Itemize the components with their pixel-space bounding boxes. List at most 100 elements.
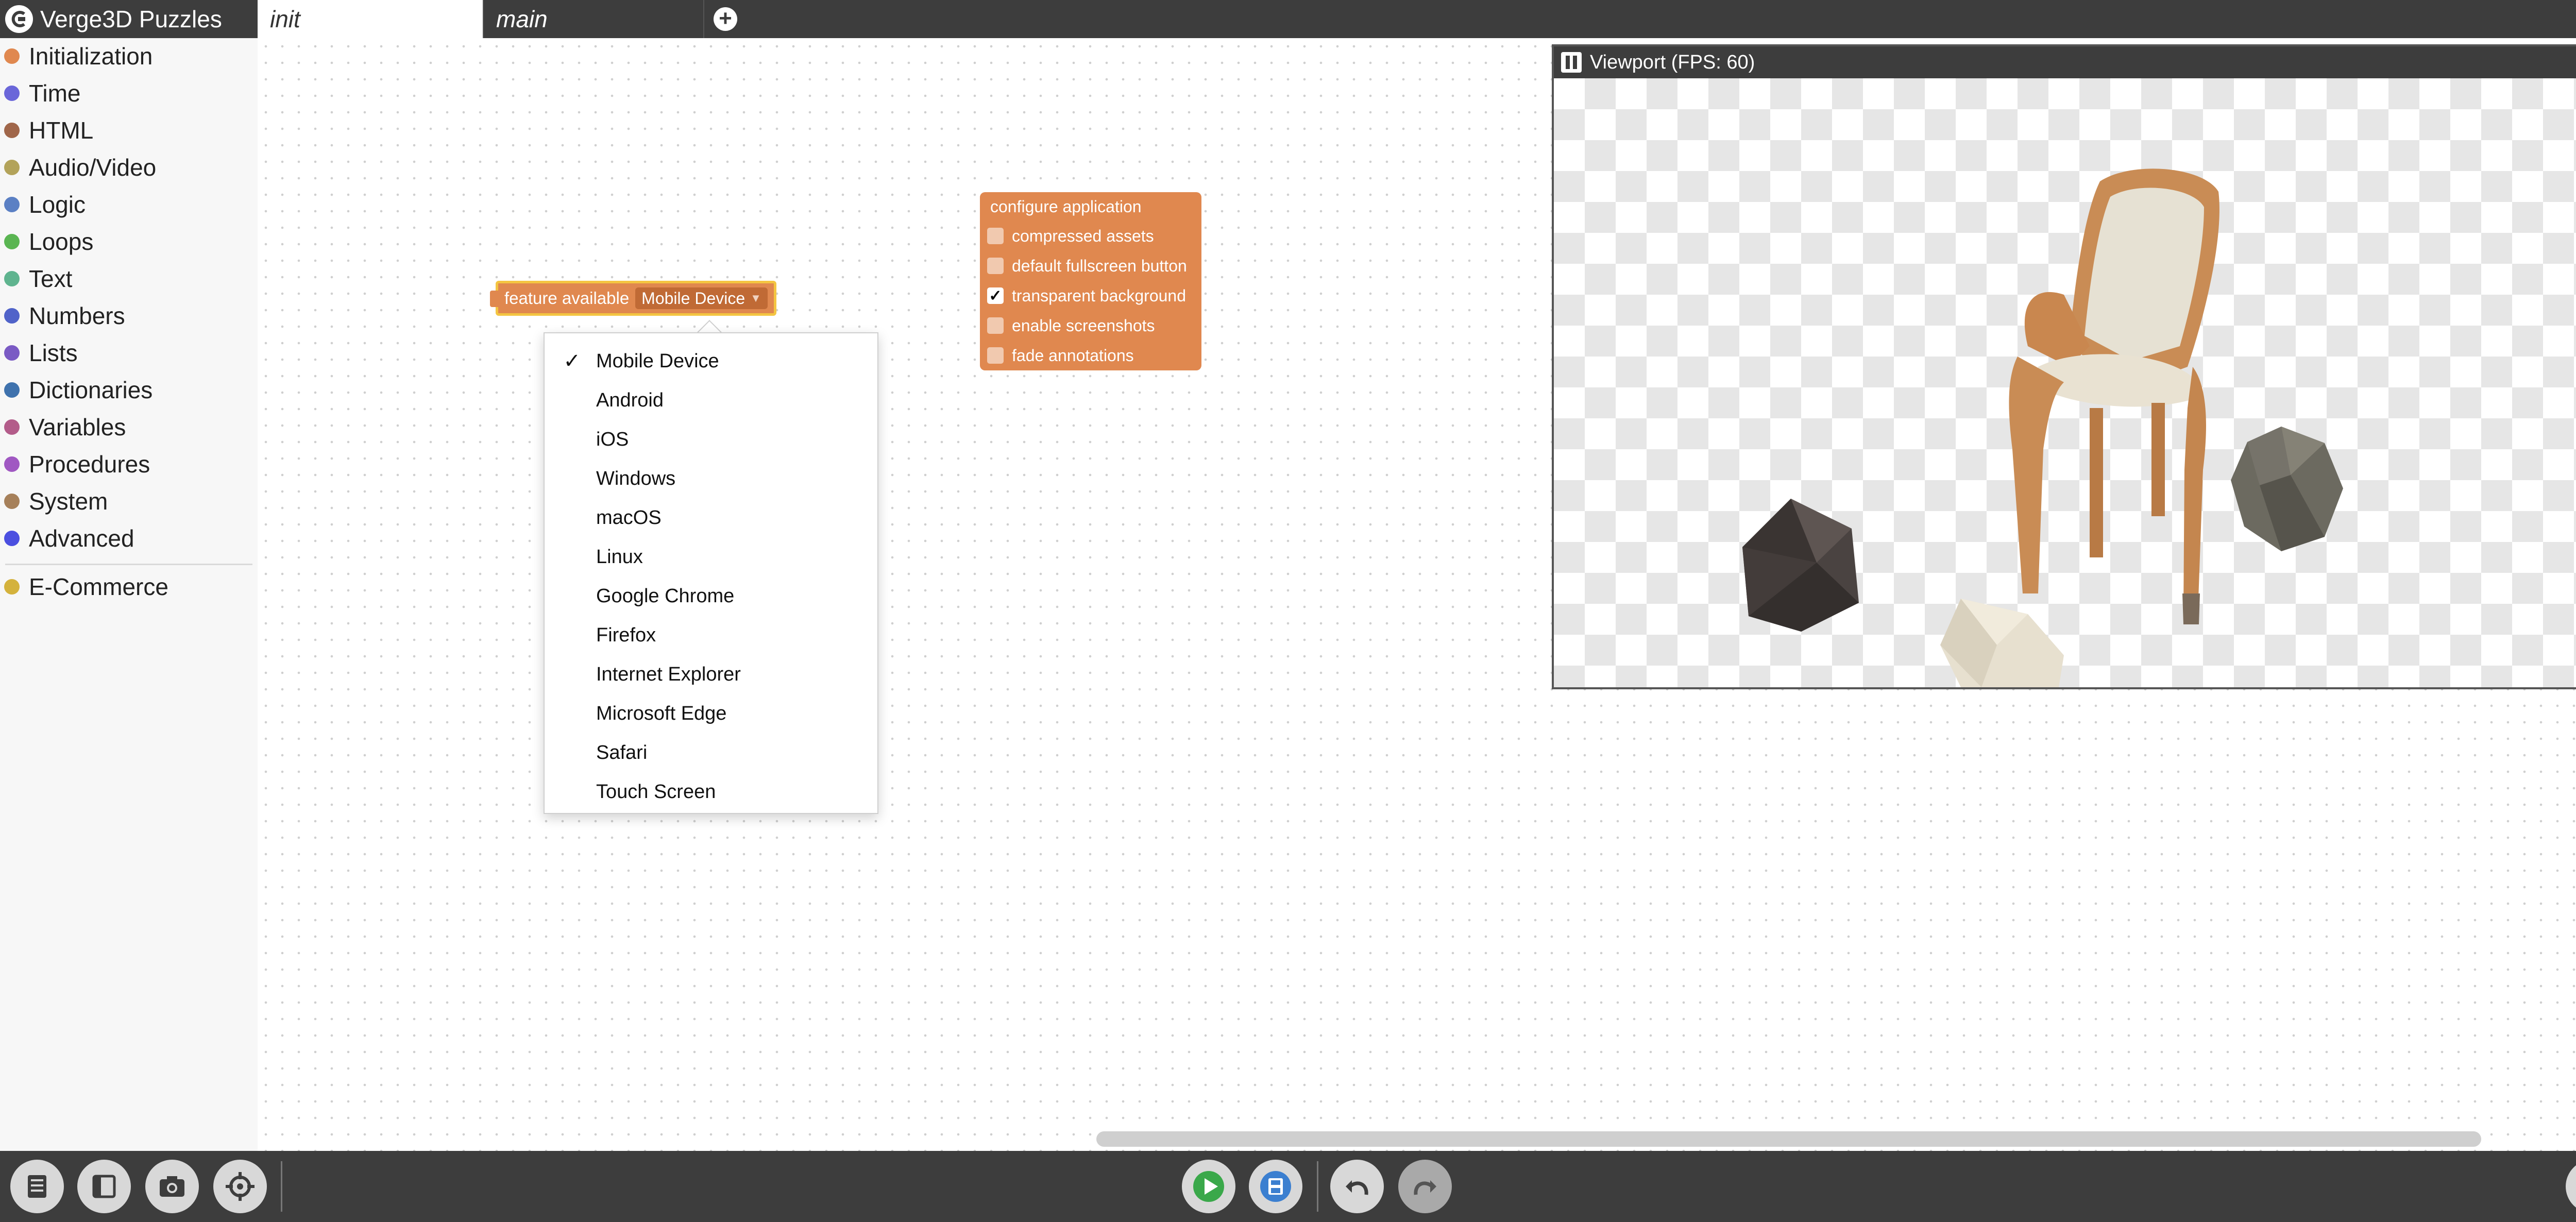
help-icon[interactable]: ? [2566, 1160, 2576, 1213]
camera-icon[interactable] [145, 1160, 199, 1213]
category-text[interactable]: Text [0, 261, 258, 297]
category-label: System [29, 488, 108, 515]
tab-label: main [496, 6, 548, 32]
checkbox[interactable] [987, 347, 1004, 364]
category-color-dot [4, 48, 20, 64]
dropdown-option[interactable]: Firefox [545, 616, 879, 655]
category-lists[interactable]: Lists [0, 335, 258, 371]
category-label: Advanced [29, 525, 134, 552]
dropdown-option[interactable]: Android [545, 381, 879, 420]
dropdown-option[interactable]: Touch Screen [545, 772, 879, 811]
category-dictionaries[interactable]: Dictionaries [0, 372, 258, 408]
horizontal-scrollbar[interactable] [1096, 1131, 2481, 1147]
category-time[interactable]: Time [0, 75, 258, 111]
category-logic[interactable]: Logic [0, 186, 258, 223]
dropdown-option[interactable]: Google Chrome [545, 576, 879, 616]
category-label: Loops [29, 228, 94, 255]
dropdown-option-label: Touch Screen [596, 780, 716, 803]
target-icon[interactable] [213, 1160, 267, 1213]
category-color-dot [4, 197, 20, 212]
dropdown-option[interactable]: Linux [545, 537, 879, 576]
configure-application-block[interactable]: configure application compressed assets d… [980, 192, 1201, 370]
category-e-commerce[interactable]: E-Commerce [0, 569, 258, 605]
category-loops[interactable]: Loops [0, 224, 258, 260]
category-variables[interactable]: Variables [0, 409, 258, 445]
dropdown-option[interactable]: Safari [545, 733, 879, 772]
tab-init[interactable]: init [258, 0, 483, 38]
category-numbers[interactable]: Numbers [0, 298, 258, 334]
app-brand: Verge3D Puzzles [0, 0, 222, 38]
category-initialization[interactable]: Initialization [0, 38, 258, 74]
category-advanced[interactable]: Advanced [0, 520, 258, 556]
sidebar-toggle-icon[interactable] [77, 1160, 131, 1213]
category-color-dot [4, 308, 20, 324]
dropdown-option-label: iOS [596, 428, 629, 450]
category-system[interactable]: System [0, 483, 258, 519]
play-icon[interactable] [1182, 1160, 1235, 1213]
category-color-dot [4, 419, 20, 435]
category-label: Dictionaries [29, 377, 153, 403]
dropdown-option[interactable]: ✓ Mobile Device [545, 342, 879, 381]
save-icon[interactable] [1249, 1160, 1302, 1213]
category-color-dot [4, 86, 20, 101]
dropdown-option-label: Firefox [596, 624, 656, 646]
feature-dropdown-field[interactable]: Mobile Device ▼ [635, 287, 768, 309]
viewport-header[interactable]: Viewport (FPS: 60) ✕ [1554, 46, 2576, 78]
category-label: Initialization [29, 43, 153, 70]
redo-icon[interactable] [1398, 1160, 1452, 1213]
add-tab-icon[interactable]: + [714, 7, 737, 31]
dropdown-option[interactable]: Microsoft Edge [545, 694, 879, 733]
checkbox[interactable] [987, 258, 1004, 274]
dropdown-option-label: Windows [596, 467, 676, 489]
block-output-connector [490, 291, 499, 307]
dropdown-option[interactable]: macOS [545, 498, 879, 537]
category-color-dot [4, 456, 20, 472]
dropdown-option[interactable]: Internet Explorer [545, 655, 879, 694]
grey-sphere-object [2231, 427, 2343, 551]
tab-main[interactable]: main [483, 0, 704, 38]
viewport-title: Viewport (FPS: 60) [1590, 51, 1755, 73]
configure-block-title: configure application [990, 197, 1142, 216]
library-icon[interactable] [10, 1160, 64, 1213]
category-label: E-Commerce [29, 573, 168, 600]
category-color-dot [4, 494, 20, 509]
category-color-dot [4, 579, 20, 595]
category-label: Variables [29, 414, 126, 440]
scene-render [1742, 168, 2343, 687]
app-title: Verge3D Puzzles [40, 6, 222, 32]
checkbox[interactable]: ✓ [987, 287, 1004, 304]
category-color-dot [4, 382, 20, 398]
checkbox[interactable] [987, 228, 1004, 244]
chair-object [2009, 168, 2219, 624]
dark-icosahedron-object [1742, 499, 1859, 632]
dropdown-option[interactable]: Windows [545, 459, 879, 498]
category-procedures[interactable]: Procedures [0, 446, 258, 482]
category-audio-video[interactable]: Audio/Video [0, 149, 258, 185]
category-label: HTML [29, 117, 94, 144]
category-label: Lists [29, 340, 78, 366]
category-color-dot [4, 531, 20, 546]
bottom-toolbar: ? [0, 1151, 2576, 1222]
config-option-label: fade annotations [1012, 346, 1134, 365]
category-html[interactable]: HTML [0, 112, 258, 148]
toolbar-divider [1317, 1161, 1318, 1212]
dropdown-option-label: Microsoft Edge [596, 702, 727, 724]
pale-rock-object [1940, 599, 2064, 687]
category-label: Audio/Video [29, 154, 157, 181]
checkbox[interactable] [987, 317, 1004, 334]
dropdown-option[interactable]: iOS [545, 420, 879, 459]
pause-icon[interactable] [1561, 52, 1582, 73]
top-bar: Verge3D Puzzles init main + [0, 0, 2576, 38]
undo-icon[interactable] [1330, 1160, 1384, 1213]
config-option-transparent-background: ✓ transparent background [987, 281, 1186, 311]
toolbar-divider [281, 1161, 282, 1212]
feature-available-block[interactable]: feature available Mobile Device ▼ [490, 281, 776, 316]
category-color-dot [4, 234, 20, 249]
config-option-label: compressed assets [1012, 226, 1154, 245]
dropdown-option-label: macOS [596, 506, 662, 529]
config-option-fade-annotations: fade annotations [987, 341, 1134, 370]
viewport-canvas[interactable] [1554, 78, 2576, 687]
toolbox-sidebar: Initialization Time HTML Audio/Video Logic Lo… [0, 38, 258, 1151]
config-option-label: enable screenshots [1012, 316, 1155, 335]
category-label: Text [29, 265, 73, 292]
